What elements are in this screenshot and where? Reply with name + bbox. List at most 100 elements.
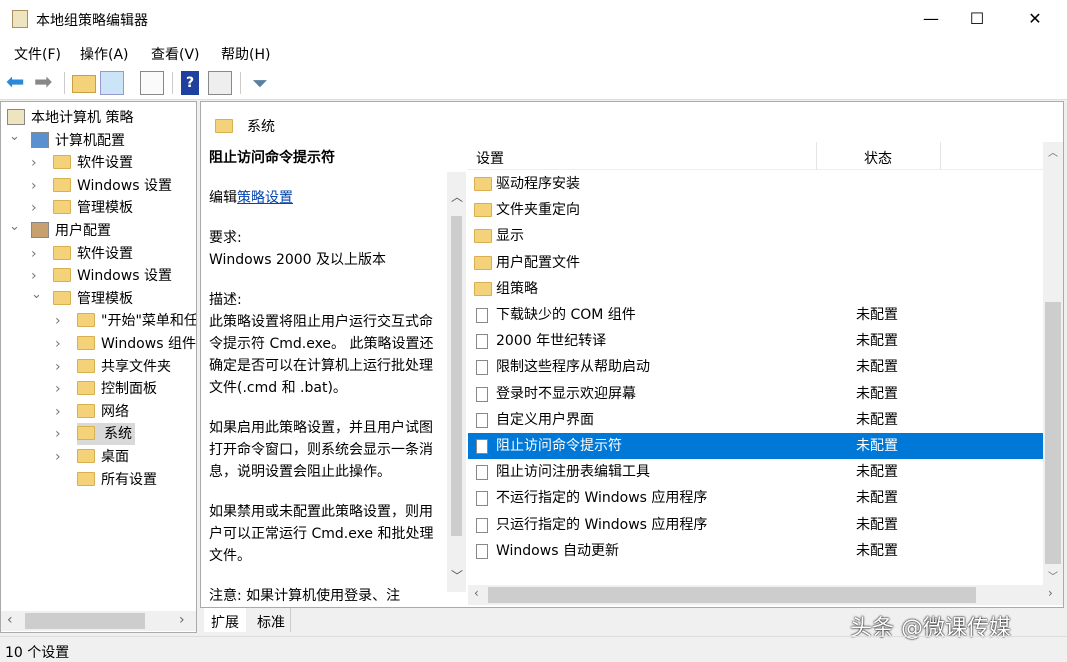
folder-icon bbox=[77, 426, 95, 440]
list-item[interactable]: 用户配置文件 bbox=[468, 250, 1043, 276]
folder-icon bbox=[53, 268, 71, 282]
edit-policy-link[interactable]: 策略设置 bbox=[237, 190, 293, 206]
scrollbar-thumb[interactable] bbox=[488, 587, 976, 603]
tab-extended[interactable]: 扩展 bbox=[204, 608, 246, 632]
list-item[interactable]: 显示 bbox=[468, 223, 1043, 249]
chevron-right-icon[interactable]: › bbox=[31, 175, 37, 197]
list-item[interactable]: 阻止访问命令提示符未配置 bbox=[468, 433, 1043, 459]
tree-item[interactable]: ›网络 bbox=[77, 401, 129, 423]
chevron-right-icon[interactable]: › bbox=[31, 243, 37, 265]
chevron-right-icon[interactable]: › bbox=[55, 423, 61, 445]
list-item[interactable]: 只运行指定的 Windows 应用程序未配置 bbox=[468, 512, 1043, 538]
list-item[interactable]: 自定义用户界面未配置 bbox=[468, 407, 1043, 433]
maximize-button[interactable]: ☐ bbox=[954, 0, 1000, 38]
toolbar-separator bbox=[64, 72, 65, 94]
tree-item[interactable]: 本地计算机 策略 bbox=[7, 107, 133, 129]
list-item[interactable]: 下载缺少的 COM 组件未配置 bbox=[468, 302, 1043, 328]
scrollbar-thumb[interactable] bbox=[25, 613, 145, 629]
tab-standard[interactable]: 标准 bbox=[252, 608, 291, 632]
scrollbar-thumb[interactable] bbox=[451, 216, 462, 536]
filter-icon[interactable]: ⏷ bbox=[248, 71, 272, 95]
setting-state: 未配置 bbox=[856, 302, 898, 328]
scrollbar-thumb[interactable] bbox=[1045, 302, 1061, 564]
forward-icon[interactable]: ➡ bbox=[34, 71, 58, 95]
chevron-right-icon[interactable]: › bbox=[55, 378, 61, 400]
column-state[interactable]: 状态 bbox=[864, 148, 892, 168]
scroll-up-icon[interactable]: ︿ bbox=[1048, 144, 1058, 159]
column-divider[interactable] bbox=[816, 142, 817, 170]
menu-view[interactable]: 查看(V) bbox=[151, 44, 200, 64]
list-item[interactable]: 组策略 bbox=[468, 276, 1043, 302]
list-item[interactable]: 登录时不显示欢迎屏幕未配置 bbox=[468, 381, 1043, 407]
folder-icon bbox=[53, 178, 71, 192]
tree-item[interactable]: ›桌面 bbox=[77, 446, 129, 468]
chevron-down-icon[interactable]: ⌄ bbox=[31, 284, 42, 306]
tree-item[interactable]: ›Windows 设置 bbox=[53, 265, 172, 287]
menu-file[interactable]: 文件(F) bbox=[14, 44, 61, 64]
tree-item[interactable]: ›"开始"菜单和任务栏 bbox=[77, 310, 197, 332]
scroll-right-icon[interactable]: › bbox=[1048, 586, 1053, 600]
list-vertical-scrollbar[interactable]: ︿ ﹀ bbox=[1043, 142, 1063, 585]
folder-icon bbox=[53, 246, 71, 260]
column-setting[interactable]: 设置 bbox=[476, 148, 504, 168]
scroll-down-icon[interactable]: ﹀ bbox=[1048, 568, 1058, 583]
description-scrollbar[interactable]: ︿ ﹀ bbox=[447, 172, 466, 592]
up-folder-icon[interactable] bbox=[72, 75, 96, 93]
list-item[interactable]: Windows 自动更新未配置 bbox=[468, 538, 1043, 564]
list-item[interactable]: 文件夹重定向 bbox=[468, 197, 1043, 223]
tree-item[interactable]: ›Windows 设置 bbox=[53, 175, 172, 197]
policy-setting-icon bbox=[476, 334, 488, 349]
list-item[interactable]: 2000 年世纪转译未配置 bbox=[468, 328, 1043, 354]
show-hide-tree-icon[interactable] bbox=[100, 71, 124, 95]
list-item[interactable]: 不运行指定的 Windows 应用程序未配置 bbox=[468, 485, 1043, 511]
tree-item[interactable]: ›控制面板 bbox=[77, 378, 157, 400]
column-divider[interactable] bbox=[940, 142, 941, 170]
scroll-up-icon[interactable]: ︿ bbox=[451, 188, 463, 205]
scroll-down-icon[interactable]: ﹀ bbox=[451, 567, 463, 584]
menu-action[interactable]: 操作(A) bbox=[80, 44, 129, 64]
menu-help[interactable]: 帮助(H) bbox=[221, 44, 270, 64]
chevron-right-icon[interactable]: › bbox=[55, 333, 61, 355]
chevron-right-icon[interactable]: › bbox=[55, 401, 61, 423]
tree-item[interactable]: ⌄管理模板 bbox=[53, 288, 133, 310]
close-button[interactable]: ✕ bbox=[1012, 0, 1058, 38]
tree-item[interactable]: ›共享文件夹 bbox=[77, 356, 171, 378]
chevron-right-icon[interactable]: › bbox=[55, 446, 61, 468]
setting-state: 未配置 bbox=[856, 354, 898, 380]
show-action-pane-icon[interactable] bbox=[208, 71, 232, 95]
chevron-right-icon[interactable]: › bbox=[31, 197, 37, 219]
chevron-right-icon[interactable]: › bbox=[31, 152, 37, 174]
list-item[interactable]: 驱动程序安装 bbox=[468, 171, 1043, 197]
menu-bar: 文件(F) 操作(A) 查看(V) 帮助(H) bbox=[0, 38, 1067, 66]
chevron-down-icon[interactable]: ⌄ bbox=[9, 216, 20, 238]
window-title: 本地组策略编辑器 bbox=[36, 10, 148, 30]
tree-item[interactable]: ›Windows 组件 bbox=[77, 333, 196, 355]
chevron-right-icon[interactable]: › bbox=[55, 356, 61, 378]
tree-item[interactable]: ⌄计算机配置 bbox=[31, 130, 125, 152]
tree-horizontal-scrollbar[interactable]: ‹ › bbox=[1, 611, 196, 631]
policy-setting-icon bbox=[476, 308, 488, 323]
tree-item[interactable]: ›管理模板 bbox=[53, 197, 133, 219]
scroll-left-icon[interactable]: ‹ bbox=[7, 612, 13, 628]
list-item[interactable]: 阻止访问注册表编辑工具未配置 bbox=[468, 459, 1043, 485]
description-text: 注意: 如果计算机使用登录、注 bbox=[209, 585, 439, 607]
chevron-right-icon[interactable]: › bbox=[55, 310, 61, 332]
minimize-button[interactable]: — bbox=[908, 0, 954, 38]
toolbar-separator bbox=[240, 72, 241, 94]
scroll-left-icon[interactable]: ‹ bbox=[474, 586, 479, 600]
list-horizontal-scrollbar[interactable]: ‹ › bbox=[468, 585, 1063, 605]
back-icon[interactable]: ⬅ bbox=[6, 71, 30, 95]
chevron-down-icon[interactable]: ⌄ bbox=[9, 126, 20, 148]
tree-item[interactable]: ›软件设置 bbox=[53, 152, 133, 174]
tree-item[interactable]: ⌄用户配置 bbox=[31, 220, 111, 242]
setting-name: 2000 年世纪转译 bbox=[496, 328, 606, 354]
edit-prefix: 编辑 bbox=[209, 190, 237, 206]
tree-item[interactable]: 所有设置 bbox=[77, 469, 157, 491]
help-icon[interactable]: ? bbox=[181, 71, 199, 95]
scroll-right-icon[interactable]: › bbox=[179, 612, 185, 628]
tree-item[interactable]: ›软件设置 bbox=[53, 243, 133, 265]
setting-name: 组策略 bbox=[496, 276, 538, 302]
tree-item[interactable]: ›系统 bbox=[77, 423, 135, 445]
list-item[interactable]: 限制这些程序从帮助启动未配置 bbox=[468, 354, 1043, 380]
export-list-icon[interactable] bbox=[140, 71, 164, 95]
